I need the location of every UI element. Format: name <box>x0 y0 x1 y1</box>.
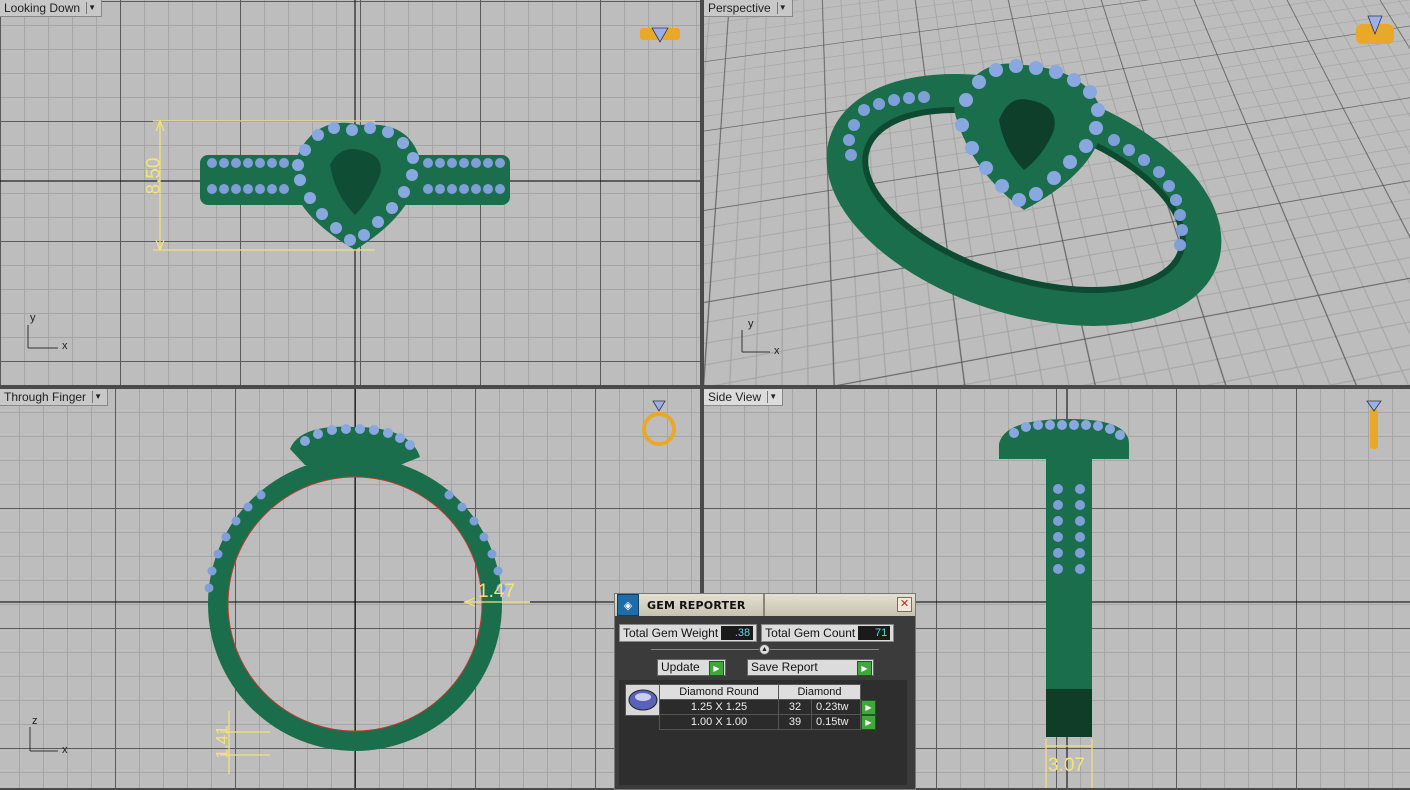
axis-x-label: x <box>62 744 68 756</box>
front-view-ring <box>0 389 700 788</box>
gem-reporter-panel[interactable]: ◈ GEM REPORTER ✕ Total Gem Weight .38 To… <box>614 593 916 790</box>
side-gizmo <box>1367 401 1381 449</box>
total-gem-count-value: 71 <box>858 626 890 640</box>
dimension-thickness-label: 1.47 <box>478 581 515 603</box>
play-icon: ▶ <box>857 661 872 676</box>
dimension-label: 3.07 <box>1048 755 1085 777</box>
dimension-label: 8.50 <box>143 158 165 195</box>
perspective-gizmo <box>1356 16 1394 44</box>
table-row[interactable]: 1.00 X 1.00 39 0.15tw ▶ <box>660 715 877 730</box>
save-report-label: Save Report <box>751 660 818 674</box>
row-action-icon[interactable]: ▶ <box>861 700 876 715</box>
gem-reporter-logo-icon: ◈ <box>617 594 639 616</box>
titlebar-divider <box>763 594 765 616</box>
round-gem-icon <box>625 684 661 716</box>
viewport-title: Perspective <box>708 0 771 16</box>
total-gem-weight-field: Total Gem Weight .38 <box>619 624 757 642</box>
total-gem-weight-label: Total Gem Weight <box>623 625 718 641</box>
axis-x-label: x <box>774 345 780 357</box>
gem-reporter-title: GEM REPORTER <box>647 599 746 612</box>
axis-y-label: y <box>30 312 36 324</box>
chevron-down-icon[interactable]: ▼ <box>777 2 788 14</box>
viewport-looking-down[interactable]: Looking Down ▼ 8.50 y x <box>0 0 700 385</box>
close-button[interactable]: ✕ <box>897 597 912 612</box>
total-gem-count-field: Total Gem Count 71 <box>761 624 894 642</box>
top-view-ring <box>0 0 700 385</box>
dimension-height-label: 1.41 <box>213 725 233 758</box>
gem-size-cell: 1.00 X 1.00 <box>660 715 779 730</box>
gem-count-cell: 39 <box>779 715 812 730</box>
collapse-toggle[interactable]: ▲ <box>759 644 770 655</box>
gem-count-cell: 32 <box>779 700 812 715</box>
play-icon: ▶ <box>709 661 724 676</box>
gem-weight-cell: 0.23tw <box>812 700 861 715</box>
column-header-type: Diamond <box>779 685 861 700</box>
update-label: Update <box>661 660 700 674</box>
gem-weight-cell: 0.15tw <box>812 715 861 730</box>
perspective-ring <box>704 0 1410 385</box>
table-row[interactable]: 1.25 X 1.25 32 0.23tw ▶ <box>660 700 877 715</box>
front-gizmo <box>644 401 674 444</box>
total-gem-count-label: Total Gem Count <box>765 625 855 641</box>
gem-table: Diamond Round Diamond 1.25 X 1.25 32 0.2… <box>659 684 877 730</box>
axis-y-label: y <box>748 318 754 330</box>
row-action-icon[interactable]: ▶ <box>861 715 876 730</box>
column-header-shape: Diamond Round <box>660 685 779 700</box>
gem-list-panel: Diamond Round Diamond 1.25 X 1.25 32 0.2… <box>619 680 907 785</box>
viewport-label-perspective[interactable]: Perspective ▼ <box>704 0 793 17</box>
axis-x-label: x <box>62 340 68 352</box>
update-button[interactable]: Update ▶ <box>657 659 726 676</box>
gem-reporter-titlebar[interactable]: ◈ GEM REPORTER ✕ <box>615 594 915 616</box>
gem-size-cell: 1.25 X 1.25 <box>660 700 779 715</box>
totals-row: Total Gem Weight .38 Total Gem Count 71 <box>619 624 894 642</box>
viewport-through-finger[interactable]: Through Finger ▼ 1.47 1.41 z x <box>0 389 700 788</box>
save-report-button[interactable]: Save Report ▶ <box>747 659 874 676</box>
total-gem-weight-value: .38 <box>721 626 753 640</box>
top-gizmo <box>640 28 680 42</box>
axis-z-label: z <box>32 715 38 727</box>
viewport-perspective[interactable]: Perspective ▼ y x <box>704 0 1410 385</box>
